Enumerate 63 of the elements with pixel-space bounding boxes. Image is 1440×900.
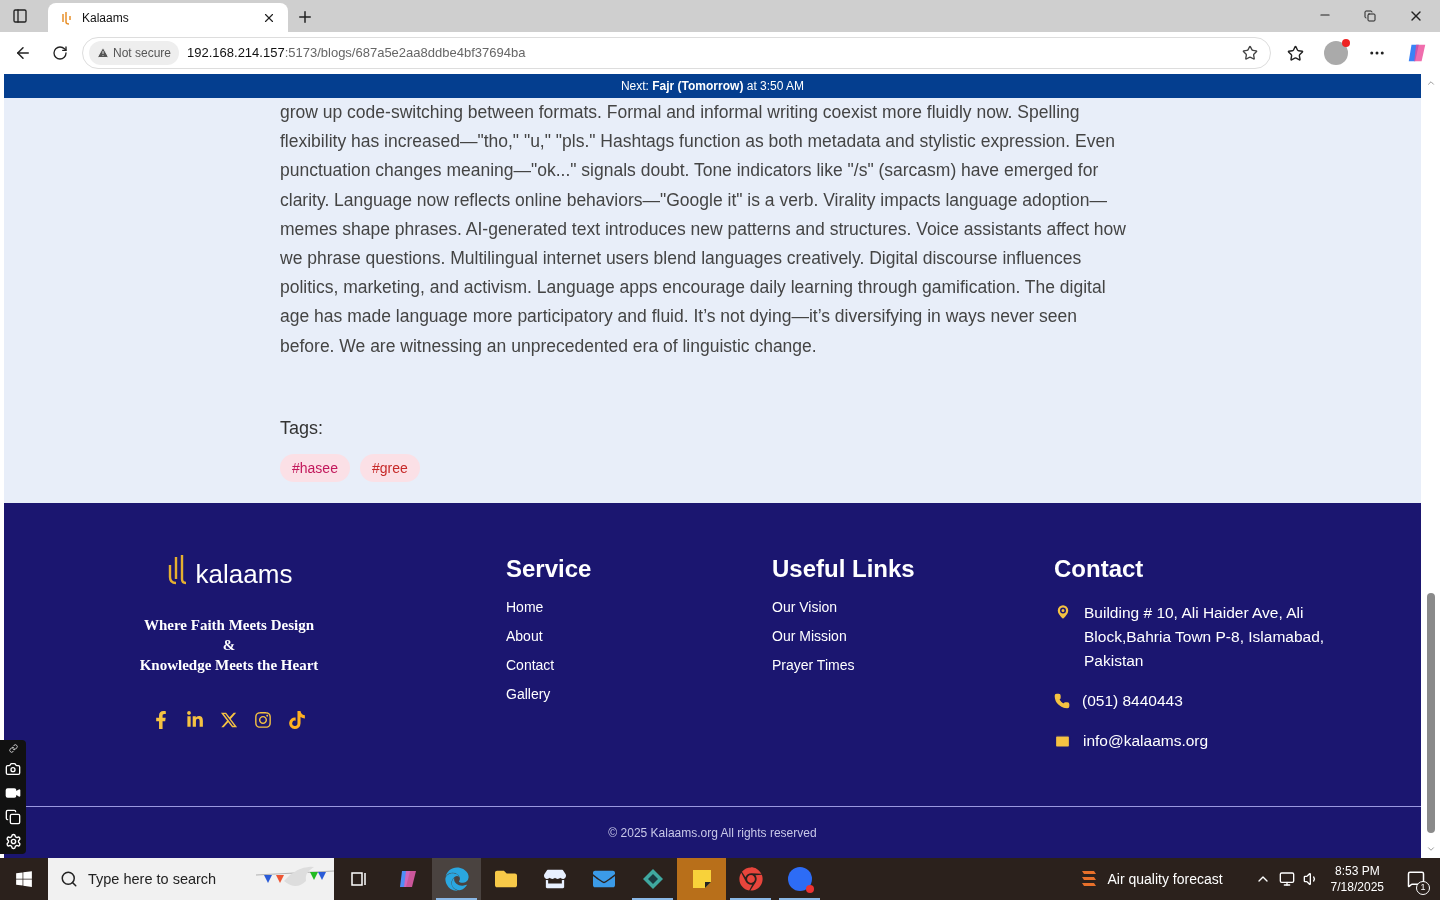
sticky-note-icon — [690, 868, 713, 890]
favorites-icon[interactable] — [1287, 44, 1304, 62]
search-field[interactable]: Type here to search — [48, 858, 254, 900]
new-tab-icon[interactable] — [296, 8, 314, 26]
profile-avatar[interactable] — [1324, 41, 1348, 65]
store-icon — [543, 868, 566, 890]
reload-icon[interactable] — [52, 45, 68, 61]
kalaams-logo: kalaams — [165, 551, 293, 587]
clock-date: 7/18/2025 — [1330, 879, 1384, 895]
section-heading: Useful Links — [772, 554, 916, 584]
footer-link[interactable]: Contact — [506, 655, 555, 675]
copyright-text: © 2025 Kalaams.org All rights reserved — [608, 824, 817, 841]
clock-time: 8:53 PM — [1334, 863, 1380, 879]
scrollbar-thumb[interactable] — [1426, 593, 1435, 833]
contact-text[interactable]: (051) 8440443 — [1082, 689, 1183, 713]
footer-link[interactable]: Our Mission — [772, 626, 847, 646]
tiktok-icon[interactable] — [288, 711, 306, 729]
footer-link[interactable]: About — [506, 626, 543, 646]
security-badge[interactable]: Not secure — [89, 41, 180, 65]
tab-title: Kalaams — [82, 9, 130, 26]
start-icon[interactable] — [15, 870, 33, 888]
network-icon[interactable] — [1278, 871, 1295, 887]
url-path: :5173/blogs/687a5e2aa8ddbe4bf37694ba — [284, 44, 526, 63]
favorite-star-icon[interactable] — [1242, 45, 1258, 61]
map-pin-icon — [1054, 603, 1072, 621]
camera-icon[interactable] — [5, 761, 21, 777]
prayer-banner: Next: Fajr (Tomorrow) at 3:50 AM — [4, 74, 1421, 98]
folder-icon — [494, 868, 517, 890]
section-heading: Service — [506, 554, 593, 584]
settings-icon[interactable] — [4, 833, 22, 850]
clock[interactable]: 8:53 PM 7/18/2025 — [1330, 863, 1384, 895]
video-icon[interactable] — [5, 785, 21, 801]
footer-link[interactable]: Our Vision — [772, 597, 838, 617]
phone-icon — [1054, 693, 1070, 709]
section-heading: Contact — [1054, 554, 1145, 584]
chrome-icon — [738, 867, 763, 891]
restore-icon[interactable] — [1364, 10, 1376, 22]
edge-icon — [444, 867, 469, 891]
link-icon[interactable] — [8, 744, 18, 753]
linkedin-icon[interactable] — [186, 711, 204, 729]
tags-label: Tags: — [280, 416, 325, 440]
task-view-icon — [348, 869, 369, 889]
url-host: 192.168.214.157 — [187, 44, 285, 63]
address-field[interactable]: Not secure 192.168.214.157:5173/blogs/687a5e2aa8ddbe4bf37694ba — [82, 37, 1271, 69]
tag-chip[interactable]: #gree — [359, 453, 420, 482]
notification-count: 1 — [1416, 881, 1430, 895]
logo-icon — [60, 10, 74, 25]
copy-icon[interactable] — [5, 809, 21, 825]
footer-link[interactable]: Home — [506, 597, 544, 617]
tab-actions-icon[interactable] — [12, 8, 28, 24]
contact-text[interactable]: info@kalaams.org — [1083, 729, 1209, 753]
footer-link[interactable]: Prayer Times — [772, 655, 855, 675]
back-icon[interactable] — [14, 44, 32, 62]
tag-chip[interactable]: #hasee — [280, 453, 350, 482]
x-icon[interactable] — [220, 711, 238, 729]
article-paragraph: grow up code-switching between formats. Formal and informal writing coexist more fluidly now. Spelling flexibility has increased—"tho," "u," "pls." Hashtags function as both metadata and stylistic expression. Even punctuation changes meaning—"ok..." signals doubt. Tone indicators like "/s" (sarcasm) have emerged for clarity. Language now reflects online behaviors—"Google it" is a verb. Virality impacts language adoption—memes shape phrases. AI-generated text introduces new patterns and structures. Voice assistants affect how we phrase questions. Multilingual internet users blend languages creatively. Digital discourse influences politics, marketing, and activism. Language apps encourage daily learning through gamification. The digital age has made language more participatory and fluid. It’s not dying—it’s diversifying in ways never seen before. We are witnessing an unprecedented era of linguistic change. — [280, 101, 1127, 358]
instagram-icon[interactable] — [254, 711, 272, 729]
tagline: Where Faith Meets Design & Knowledge Meets the Heart — [139, 616, 319, 675]
contact-text: Building # 10, Ali Haider Ave, Ali Block,Bahria Town P-8, Islamabad, Pakistan — [1084, 603, 1326, 671]
weather-text[interactable]: Air quality forecast — [1107, 869, 1223, 889]
footer-link[interactable]: Gallery — [506, 684, 551, 704]
browser-tab[interactable]: Kalaams — [48, 3, 288, 32]
search-icon — [60, 870, 78, 888]
